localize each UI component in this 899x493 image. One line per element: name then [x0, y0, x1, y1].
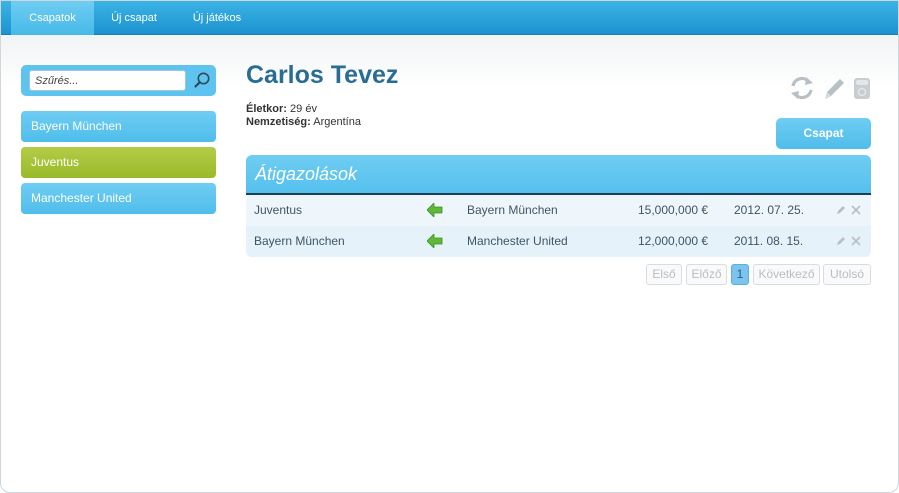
age-value: 29 év	[290, 103, 317, 115]
tab-csapatok[interactable]: Csapatok	[11, 1, 94, 35]
tab-uj-jatekos[interactable]: Új játékos	[184, 1, 250, 35]
to-team-cell: Manchester United	[467, 234, 568, 248]
pager-last-button[interactable]: Utolsó	[823, 264, 871, 285]
age-line: Életkor: 29 év	[246, 103, 317, 115]
to-team-cell: Bayern München	[467, 203, 558, 217]
tab-uj-csapat[interactable]: Új csapat	[101, 1, 167, 35]
arrow-left-icon	[427, 234, 443, 248]
team-button[interactable]: Csapat	[776, 118, 871, 149]
pager-current-page[interactable]: 1	[731, 264, 749, 285]
search-box	[21, 65, 216, 96]
nationality-line: Nemzetiség: Argentína	[246, 116, 361, 128]
date-cell: 2011. 08. 15.	[734, 234, 804, 248]
edit-icon[interactable]	[836, 236, 846, 246]
pager-prev-button[interactable]: Előző	[686, 264, 727, 285]
pager-next-button[interactable]: Következő	[753, 264, 820, 285]
nationality-label: Nemzetiség:	[246, 116, 311, 128]
top-navigation: Csapatok Új csapat Új játékos	[1, 1, 898, 35]
nationality-value: Argentína	[313, 116, 361, 128]
fee-cell: 12,000,000 €	[638, 234, 709, 248]
delete-icon[interactable]	[851, 236, 861, 246]
table-row: Bayern München Manchester United 12,000,…	[246, 226, 871, 257]
sidebar-item-manchester-united[interactable]: Manchester United	[21, 183, 216, 214]
from-team-cell: Juventus	[254, 203, 303, 217]
age-label: Életkor:	[246, 103, 287, 115]
pager-first-button[interactable]: Első	[646, 264, 682, 285]
transfers-title: Átigazolások	[246, 155, 871, 195]
page-frame: Csapatok Új csapat Új játékos Bayern Mün…	[0, 0, 899, 493]
pencil-icon[interactable]	[821, 75, 847, 101]
search-icon[interactable]	[193, 71, 211, 89]
date-cell: 2012. 07. 25.	[734, 203, 805, 217]
trash-icon[interactable]	[849, 75, 875, 101]
edit-icon[interactable]	[836, 205, 846, 215]
refresh-icon[interactable]	[789, 75, 815, 101]
from-team-cell: Bayern München	[254, 234, 345, 248]
page-title: Carlos Tevez	[246, 61, 399, 89]
sidebar-item-juventus[interactable]: Juventus	[21, 147, 216, 178]
table-row: Juventus Bayern München 15,000,000 € 201…	[246, 195, 871, 226]
arrow-left-icon	[427, 203, 443, 217]
delete-icon[interactable]	[851, 205, 861, 215]
transfers-table: Átigazolások Juventus Bayern München 15,…	[246, 155, 871, 257]
sidebar-item-bayern[interactable]: Bayern München	[21, 111, 216, 142]
search-input[interactable]	[29, 70, 186, 91]
fee-cell: 15,000,000 €	[638, 203, 709, 217]
